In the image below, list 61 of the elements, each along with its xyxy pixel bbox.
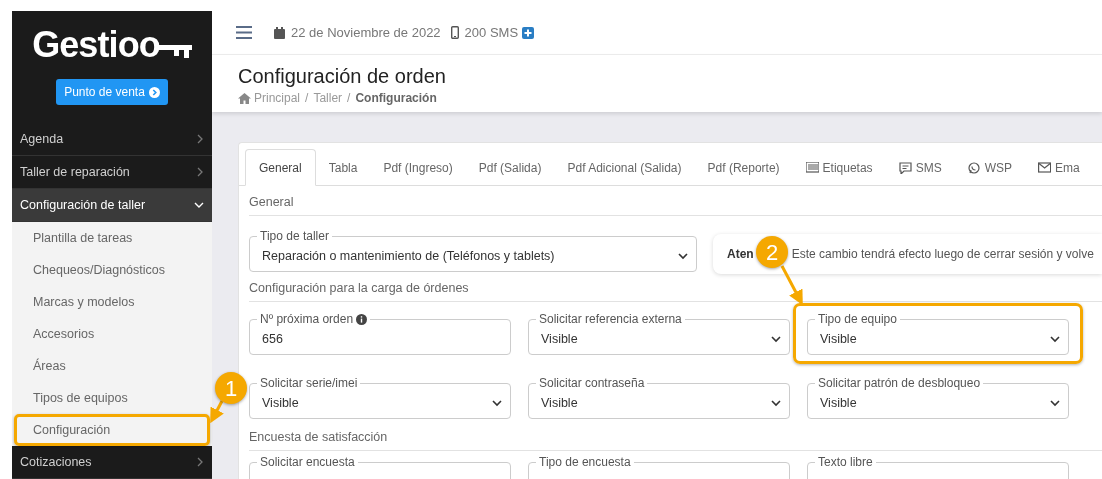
chevron-right-icon <box>196 134 204 144</box>
section-title: General <box>249 194 294 212</box>
field-label: Texto libre <box>818 455 873 469</box>
date-text: 22 de Noviembre de 2022 <box>291 23 441 42</box>
alert-message: Este cambio tendrá efecto luego de cerrar sesión y volve <box>791 246 1094 263</box>
chevron-down-icon <box>678 252 688 260</box>
home-icon <box>238 92 251 104</box>
chat-icon <box>898 161 912 174</box>
menu-icon[interactable] <box>236 26 252 39</box>
phone-icon <box>450 26 459 39</box>
field-label: Tipo de taller <box>260 229 329 243</box>
page-title: Configuración de orden <box>238 64 447 88</box>
barcode-icon <box>805 161 819 174</box>
tab[interactable]: Etiquetas <box>792 149 886 186</box>
chevron-right-icon <box>196 457 204 467</box>
submenu-item[interactable]: Áreas <box>12 350 212 382</box>
pos-button[interactable]: Punto de venta <box>56 79 168 105</box>
field-label: Solicitar serie/imei <box>260 376 358 390</box>
calendar-icon <box>274 26 285 39</box>
chevron-down-icon <box>1050 399 1060 407</box>
phone-bubble-icon <box>967 161 981 174</box>
breadcrumb-current: Configuración <box>355 90 437 107</box>
chevron-down-icon <box>771 399 781 407</box>
field-label: Solicitar referencia externa <box>539 312 682 326</box>
menu-item[interactable]: Configuración de taller <box>12 189 212 222</box>
tab[interactable]: Ema <box>1025 149 1093 186</box>
sms-count: 200 SMS <box>464 23 519 42</box>
tab[interactable]: Pdf (Salida) <box>465 149 555 186</box>
envelope-icon <box>1038 161 1051 174</box>
alert-title: Aten <box>727 246 754 263</box>
submenu-item[interactable]: Accesorios <box>12 318 212 350</box>
breadcrumb-separator: / <box>305 90 309 107</box>
chevron-right-icon <box>196 167 204 177</box>
field-label: Tipo de encuesta <box>539 455 631 469</box>
arrow-annotation <box>210 400 224 424</box>
logo: Gestioo <box>32 25 192 65</box>
field-label: Solicitar encuesta <box>260 455 355 469</box>
chevron-down-icon <box>1050 335 1060 343</box>
section-title: Encuesta de satisfacción <box>249 429 388 447</box>
submenu-item[interactable]: Plantilla de tareas <box>12 222 212 254</box>
chevron-down-icon <box>194 201 204 209</box>
breadcrumb-separator: / <box>347 90 351 107</box>
tab[interactable]: General <box>245 149 316 186</box>
submenu-item[interactable]: Chequeos/Diagnósticos <box>12 254 212 286</box>
tab[interactable]: Tabla <box>315 149 371 186</box>
submenu-item[interactable]: Tipos de equipos <box>12 382 212 414</box>
arrow-circle-icon <box>148 86 160 98</box>
tab[interactable]: WSP <box>954 149 1025 186</box>
add-icon[interactable] <box>522 26 535 39</box>
chevron-down-icon <box>771 335 781 343</box>
submenu-item[interactable]: Marcas y modelos <box>12 286 212 318</box>
field-label: Solicitar contraseña <box>539 376 645 390</box>
tab[interactable]: Pdf Adicional (Salida) <box>554 149 695 186</box>
tab[interactable]: SMS <box>885 149 955 186</box>
chevron-down-icon <box>492 399 502 407</box>
field-label: Solicitar patrón de desbloqueo <box>818 376 981 390</box>
tab[interactable]: Pdf (Ingreso) <box>370 149 466 186</box>
tab[interactable]: Pdf (Reporte) <box>694 149 793 186</box>
section-title: Configuración para la carga de órdenes <box>249 280 469 298</box>
arrow-annotation <box>780 265 803 306</box>
field-label: Tipo de equipo <box>818 312 897 326</box>
